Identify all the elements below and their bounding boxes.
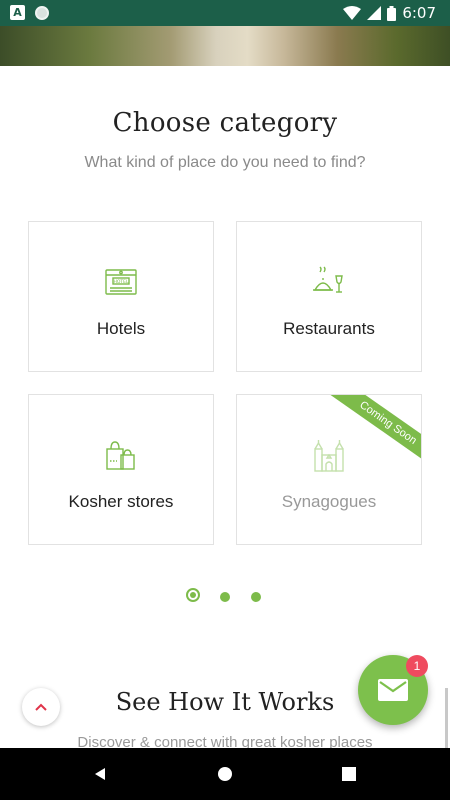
scrollbar[interactable] [445, 688, 448, 748]
category-card-synagogues[interactable]: Synagogues Coming Soon [236, 394, 422, 545]
category-card-hotels[interactable]: HOTEL Hotels [28, 221, 214, 372]
status-left-icons: A [10, 5, 49, 20]
recents-button[interactable] [339, 764, 359, 784]
pager-dots [0, 587, 450, 607]
pager-dot-1[interactable] [186, 588, 200, 602]
wifi-icon [343, 6, 362, 20]
pager-dot-3[interactable] [251, 592, 261, 602]
scroll-to-top-button[interactable] [22, 688, 60, 726]
category-label: Restaurants [283, 319, 375, 338]
hero-image [0, 26, 450, 66]
hotel-icon: HOTEL [29, 266, 213, 306]
chevron-up-icon [35, 703, 47, 711]
category-label: Kosher stores [68, 492, 174, 511]
back-triangle-icon [95, 768, 105, 780]
category-card-kosher-stores[interactable]: Kosher stores [28, 394, 214, 545]
a-notification-icon: A [10, 5, 25, 20]
notification-badge: 1 [406, 655, 428, 677]
category-label: Hotels [96, 319, 146, 338]
svg-text:HOTEL: HOTEL [113, 279, 129, 285]
mail-icon [378, 679, 408, 701]
home-circle-icon [218, 767, 232, 781]
back-button[interactable] [90, 764, 110, 784]
system-navigation-bar [0, 748, 450, 800]
restaurant-icon [237, 266, 421, 306]
battery-icon [387, 5, 397, 21]
page-title: Choose category [112, 108, 338, 138]
circle-notification-icon [35, 5, 49, 20]
page-subtitle: What kind of place do you need to find? [84, 154, 366, 171]
synagogue-icon [237, 439, 421, 479]
category-card-restaurants[interactable]: Restaurants [236, 221, 422, 372]
category-label: Synagogues [281, 492, 377, 511]
home-button[interactable] [215, 764, 235, 784]
recents-square-icon [342, 767, 356, 781]
status-bar: A 6:07 [0, 0, 450, 26]
status-right-icons: 6:07 [343, 4, 436, 22]
signal-icon [367, 6, 382, 20]
clock-time: 6:07 [402, 4, 436, 22]
pager-dot-2[interactable] [220, 592, 230, 602]
shopping-bags-icon [29, 439, 213, 479]
